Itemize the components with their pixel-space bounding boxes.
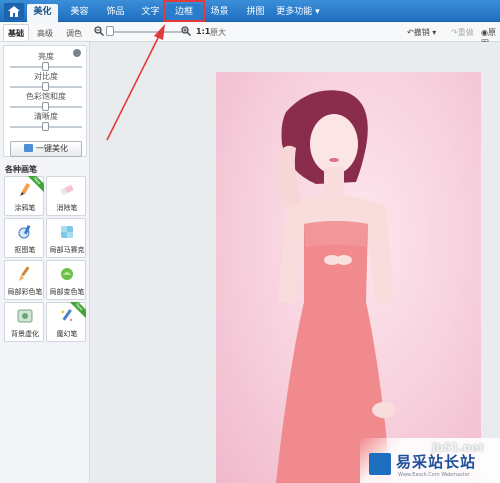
redo-button[interactable]: ↷重做: [451, 27, 474, 38]
adjust-box: 亮度 对比度 色彩饱和度 清晰度 一键美化: [3, 45, 87, 157]
subtab-advanced[interactable]: 高级: [32, 24, 58, 41]
zoom-slider-handle[interactable]: [106, 26, 114, 36]
zoom-in-icon[interactable]: [181, 26, 191, 36]
saturation-slider-handle[interactable]: [42, 102, 49, 111]
tab-accessories[interactable]: 饰品: [100, 4, 131, 20]
subtab-basic[interactable]: 基础: [3, 24, 29, 41]
slider-label-brightness: 亮度: [38, 52, 54, 61]
more-features-label: 更多功能: [276, 7, 313, 17]
brush-label: 背景虚化: [11, 330, 39, 338]
eraser-icon: [60, 185, 74, 195]
home-icon: [8, 6, 20, 17]
recolor-brush-icon: [61, 268, 73, 280]
subtab-color[interactable]: 调色: [61, 24, 87, 41]
mosaic-icon: [61, 226, 73, 238]
photo-preview[interactable]: [216, 72, 481, 483]
compare-icon: ◉: [481, 28, 488, 37]
brushes-section-title: 各种画笔: [5, 165, 37, 174]
new-badge: New: [70, 302, 86, 318]
redo-label: 重做: [457, 28, 474, 37]
chevron-down-icon: ▾: [312, 7, 320, 17]
cutout-pen-icon: [18, 224, 31, 239]
brush-mosaic[interactable]: 局部马赛克: [46, 218, 86, 258]
undo-button[interactable]: ↶撤销 ▾: [407, 27, 436, 38]
brush-label: 魔幻笔: [56, 330, 78, 338]
annotation-highlight-box: [163, 0, 205, 22]
brightness-slider-handle[interactable]: [42, 62, 49, 71]
watermark-site-name: 易采站长站: [396, 453, 477, 471]
one-click-label: 一键美化: [36, 144, 68, 153]
tab-beauty[interactable]: 美容: [64, 4, 95, 20]
watermark-subtext: Www.Easck.Com Webmaster: [398, 472, 470, 478]
portrait-illustration: [276, 90, 396, 483]
brush-label: 局部马赛克: [49, 246, 85, 254]
one-click-beautify-button[interactable]: 一键美化: [10, 141, 82, 157]
left-panel: 亮度 对比度 色彩饱和度 清晰度 一键美化 各种画笔 涂鸦笔 New 消除笔 抠…: [0, 42, 90, 483]
brush-cutout[interactable]: 抠图笔: [4, 218, 44, 258]
tab-beautify[interactable]: 美化: [27, 4, 58, 22]
top-nav: 美化 美容 饰品 文字 边框 场景 拼图 更多功能 ▾: [0, 0, 500, 22]
brush-label: 抠图笔: [14, 246, 36, 254]
brush-eraser[interactable]: 消除笔: [46, 176, 86, 216]
redo-icon: ↷: [451, 28, 458, 37]
home-button[interactable]: [4, 3, 24, 20]
tab-text[interactable]: 文字: [135, 4, 166, 20]
brush-local-recolor[interactable]: 局部变色笔: [46, 260, 86, 300]
brush-magic[interactable]: 魔幻笔 New: [46, 302, 86, 342]
brush-label: 消除笔: [56, 204, 78, 212]
zoom-slider-track[interactable]: [108, 31, 182, 33]
contrast-slider-handle[interactable]: [42, 82, 49, 91]
brush-local-color[interactable]: 局部彩色笔: [4, 260, 44, 300]
chevron-down-icon: ▾: [429, 28, 437, 37]
tab-scene[interactable]: 场景: [204, 4, 235, 20]
slider-label-contrast: 对比度: [34, 72, 58, 81]
slider-label-sharpness: 清晰度: [34, 112, 58, 121]
undo-label: 撤销: [413, 28, 430, 37]
brush-label: 局部彩色笔: [7, 288, 43, 296]
slider-label-saturation: 色彩饱和度: [26, 92, 66, 101]
color-brush-icon: [19, 266, 30, 281]
zoom-ratio-button[interactable]: 1:1: [196, 27, 210, 36]
brush-label: 局部变色笔: [49, 288, 85, 296]
canvas-area[interactable]: [90, 42, 500, 483]
site-logo-icon: [369, 453, 391, 475]
brush-doodle[interactable]: 涂鸦笔 New: [4, 176, 44, 216]
new-badge: New: [28, 176, 44, 192]
undo-icon: ↶: [407, 28, 414, 37]
blur-background-icon: [17, 309, 33, 323]
magic-wand-icon: [24, 144, 33, 152]
brush-background-blur[interactable]: 背景虚化: [4, 302, 44, 342]
tab-more-features[interactable]: 更多功能 ▾: [273, 4, 323, 20]
zoom-original-label: 原大: [210, 28, 226, 37]
brush-label: 涂鸦笔: [14, 204, 36, 212]
sub-toolbar: 基础 高级 调色 1:1 原大 ↶撤销 ▾ ↷重做 ◉原图: [0, 22, 500, 48]
sharpness-slider-handle[interactable]: [42, 122, 49, 131]
zoom-out-icon[interactable]: [94, 26, 104, 36]
tab-collage[interactable]: 拼图: [240, 4, 271, 20]
